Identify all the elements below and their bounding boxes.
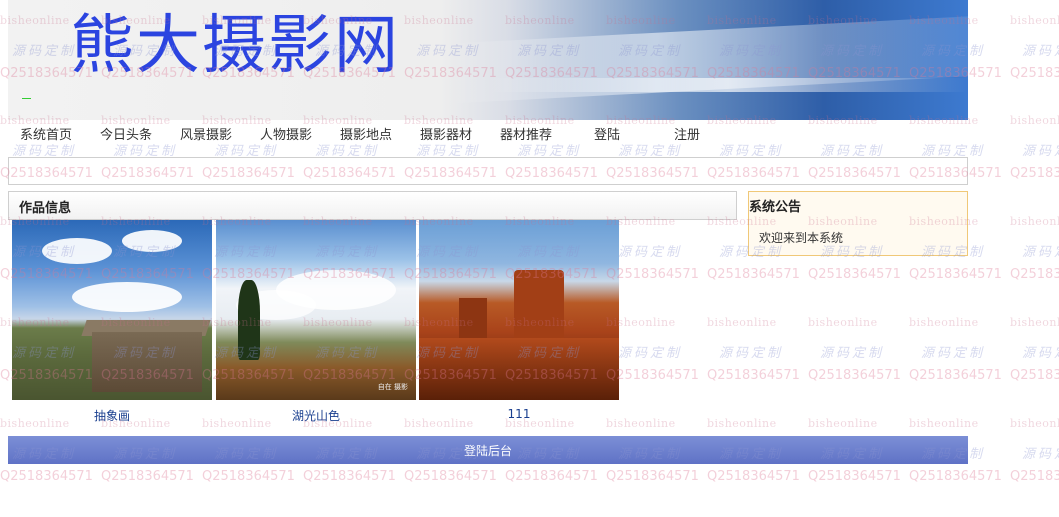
watermark-text: Q2518364571 xyxy=(808,267,901,282)
watermark-text: Q2518364571 xyxy=(707,368,800,383)
watermark-text: Q2518364571 xyxy=(505,469,598,484)
watermark-text: Q2518364571 xyxy=(1010,469,1059,484)
watermark-text: Q2518364571 xyxy=(1010,66,1059,81)
watermark-text: bisheonline xyxy=(606,417,676,430)
watermark-text: bisheonline xyxy=(808,417,878,430)
watermark-text: 源码定制 xyxy=(1022,44,1059,59)
work-thumbnail[interactable]: 自在 摄影 xyxy=(216,220,416,400)
notice-content: 欢迎来到本系统 xyxy=(759,231,844,245)
work-item[interactable]: 抽象画 xyxy=(12,220,212,423)
watermark-text: Q2518364571 xyxy=(1010,166,1059,181)
work-thumbnail[interactable] xyxy=(12,220,212,400)
works-panel-header: 作品信息 xyxy=(8,191,737,220)
watermark-text: bisheonline xyxy=(606,316,676,329)
watermark-text: Q2518364571 xyxy=(202,469,295,484)
nav-item-home[interactable]: 系统首页 xyxy=(20,124,72,148)
notice-box: 系统公告 欢迎来到本系统 xyxy=(748,191,968,256)
work-item[interactable]: 自在 摄影 湖光山色 xyxy=(216,220,416,423)
watermark-text: 源码定制 xyxy=(1022,245,1059,260)
watermark-text: Q2518364571 xyxy=(909,267,1002,282)
watermark-text: Q2518364571 xyxy=(808,368,901,383)
watermark-text: bisheonline xyxy=(1010,215,1059,228)
watermark-text: bisheonline xyxy=(1010,417,1059,430)
watermark-text: 源码定制 xyxy=(1022,447,1059,462)
watermark-text: bisheonline xyxy=(707,417,777,430)
watermark-text: Q2518364571 xyxy=(606,267,699,282)
work-caption[interactable]: 抽象画 xyxy=(12,407,212,424)
header-banner: 熊大摄影网 xyxy=(8,0,968,120)
watermark-text: Q2518364571 xyxy=(606,469,699,484)
work-caption[interactable]: 湖光山色 xyxy=(216,407,416,424)
footer-bar: 登陆后台 xyxy=(8,436,968,464)
nav-item-portrait[interactable]: 人物摄影 xyxy=(260,124,312,148)
watermark-text: 源码定制 xyxy=(1022,144,1059,159)
watermark-text: 源码定制 xyxy=(921,346,986,361)
nav-item-landscape[interactable]: 风景摄影 xyxy=(180,124,232,148)
watermark-text: 源码定制 xyxy=(1022,346,1059,361)
watermark-text: 源码定制 xyxy=(618,245,683,260)
banner-light-streak xyxy=(488,78,968,92)
sub-bar xyxy=(8,157,968,185)
banner-dash xyxy=(22,98,31,99)
watermark-text: bisheonline xyxy=(1010,316,1059,329)
watermark-text: Q2518364571 xyxy=(707,469,800,484)
admin-login-link[interactable]: 登陆后台 xyxy=(8,442,968,459)
watermark-row: Q2518364571 Q2518364571 Q2518364571 Q251836… xyxy=(0,469,1059,484)
watermark-text: 源码定制 xyxy=(618,346,683,361)
main-nav: 系统首页 今日头条 风景摄影 人物摄影 摄影地点 摄影器材 器材推荐 登陆 注册 xyxy=(8,124,968,150)
watermark-text: Q2518364571 xyxy=(707,267,800,282)
nav-item-locations[interactable]: 摄影地点 xyxy=(340,124,392,148)
watermark-text: 源码定制 xyxy=(820,346,885,361)
nav-item-recommend[interactable]: 器材推荐 xyxy=(500,124,552,148)
site-title: 熊大摄影网 xyxy=(70,9,400,83)
watermark-text: Q2518364571 xyxy=(606,368,699,383)
work-thumbnail[interactable] xyxy=(419,220,619,400)
nav-item-equipment[interactable]: 摄影器材 xyxy=(420,124,472,148)
watermark-text: bisheonline xyxy=(909,417,979,430)
nav-item-register[interactable]: 注册 xyxy=(674,124,700,148)
watermark-text: bisheonline xyxy=(808,316,878,329)
watermark-text: Q2518364571 xyxy=(808,469,901,484)
watermark-text: Q2518364571 xyxy=(404,469,497,484)
watermark-text: Q2518364571 xyxy=(909,469,1002,484)
watermark-text: 源码定制 xyxy=(719,346,784,361)
watermark-text: Q2518364571 xyxy=(1010,267,1059,282)
watermark-text: Q2518364571 xyxy=(303,469,396,484)
work-item[interactable]: 111 xyxy=(419,220,619,421)
watermark-text: bisheonline xyxy=(909,316,979,329)
watermark-text: Q2518364571 xyxy=(1010,368,1059,383)
watermark-text: bisheonline xyxy=(1010,114,1059,127)
nav-item-headlines[interactable]: 今日头条 xyxy=(100,124,152,148)
watermark-text: bisheonline xyxy=(707,316,777,329)
nav-item-login[interactable]: 登陆 xyxy=(594,124,620,148)
notice-heading: 系统公告 xyxy=(749,200,802,215)
watermark-text: Q2518364571 xyxy=(101,469,194,484)
watermark-text: Q2518364571 xyxy=(909,368,1002,383)
watermark-text: bisheonline xyxy=(1010,14,1059,27)
works-heading: 作品信息 xyxy=(19,201,72,216)
watermark-text: Q2518364571 xyxy=(0,469,93,484)
work-caption[interactable]: 111 xyxy=(419,407,619,421)
photo-mark: 自在 摄影 xyxy=(377,383,408,391)
